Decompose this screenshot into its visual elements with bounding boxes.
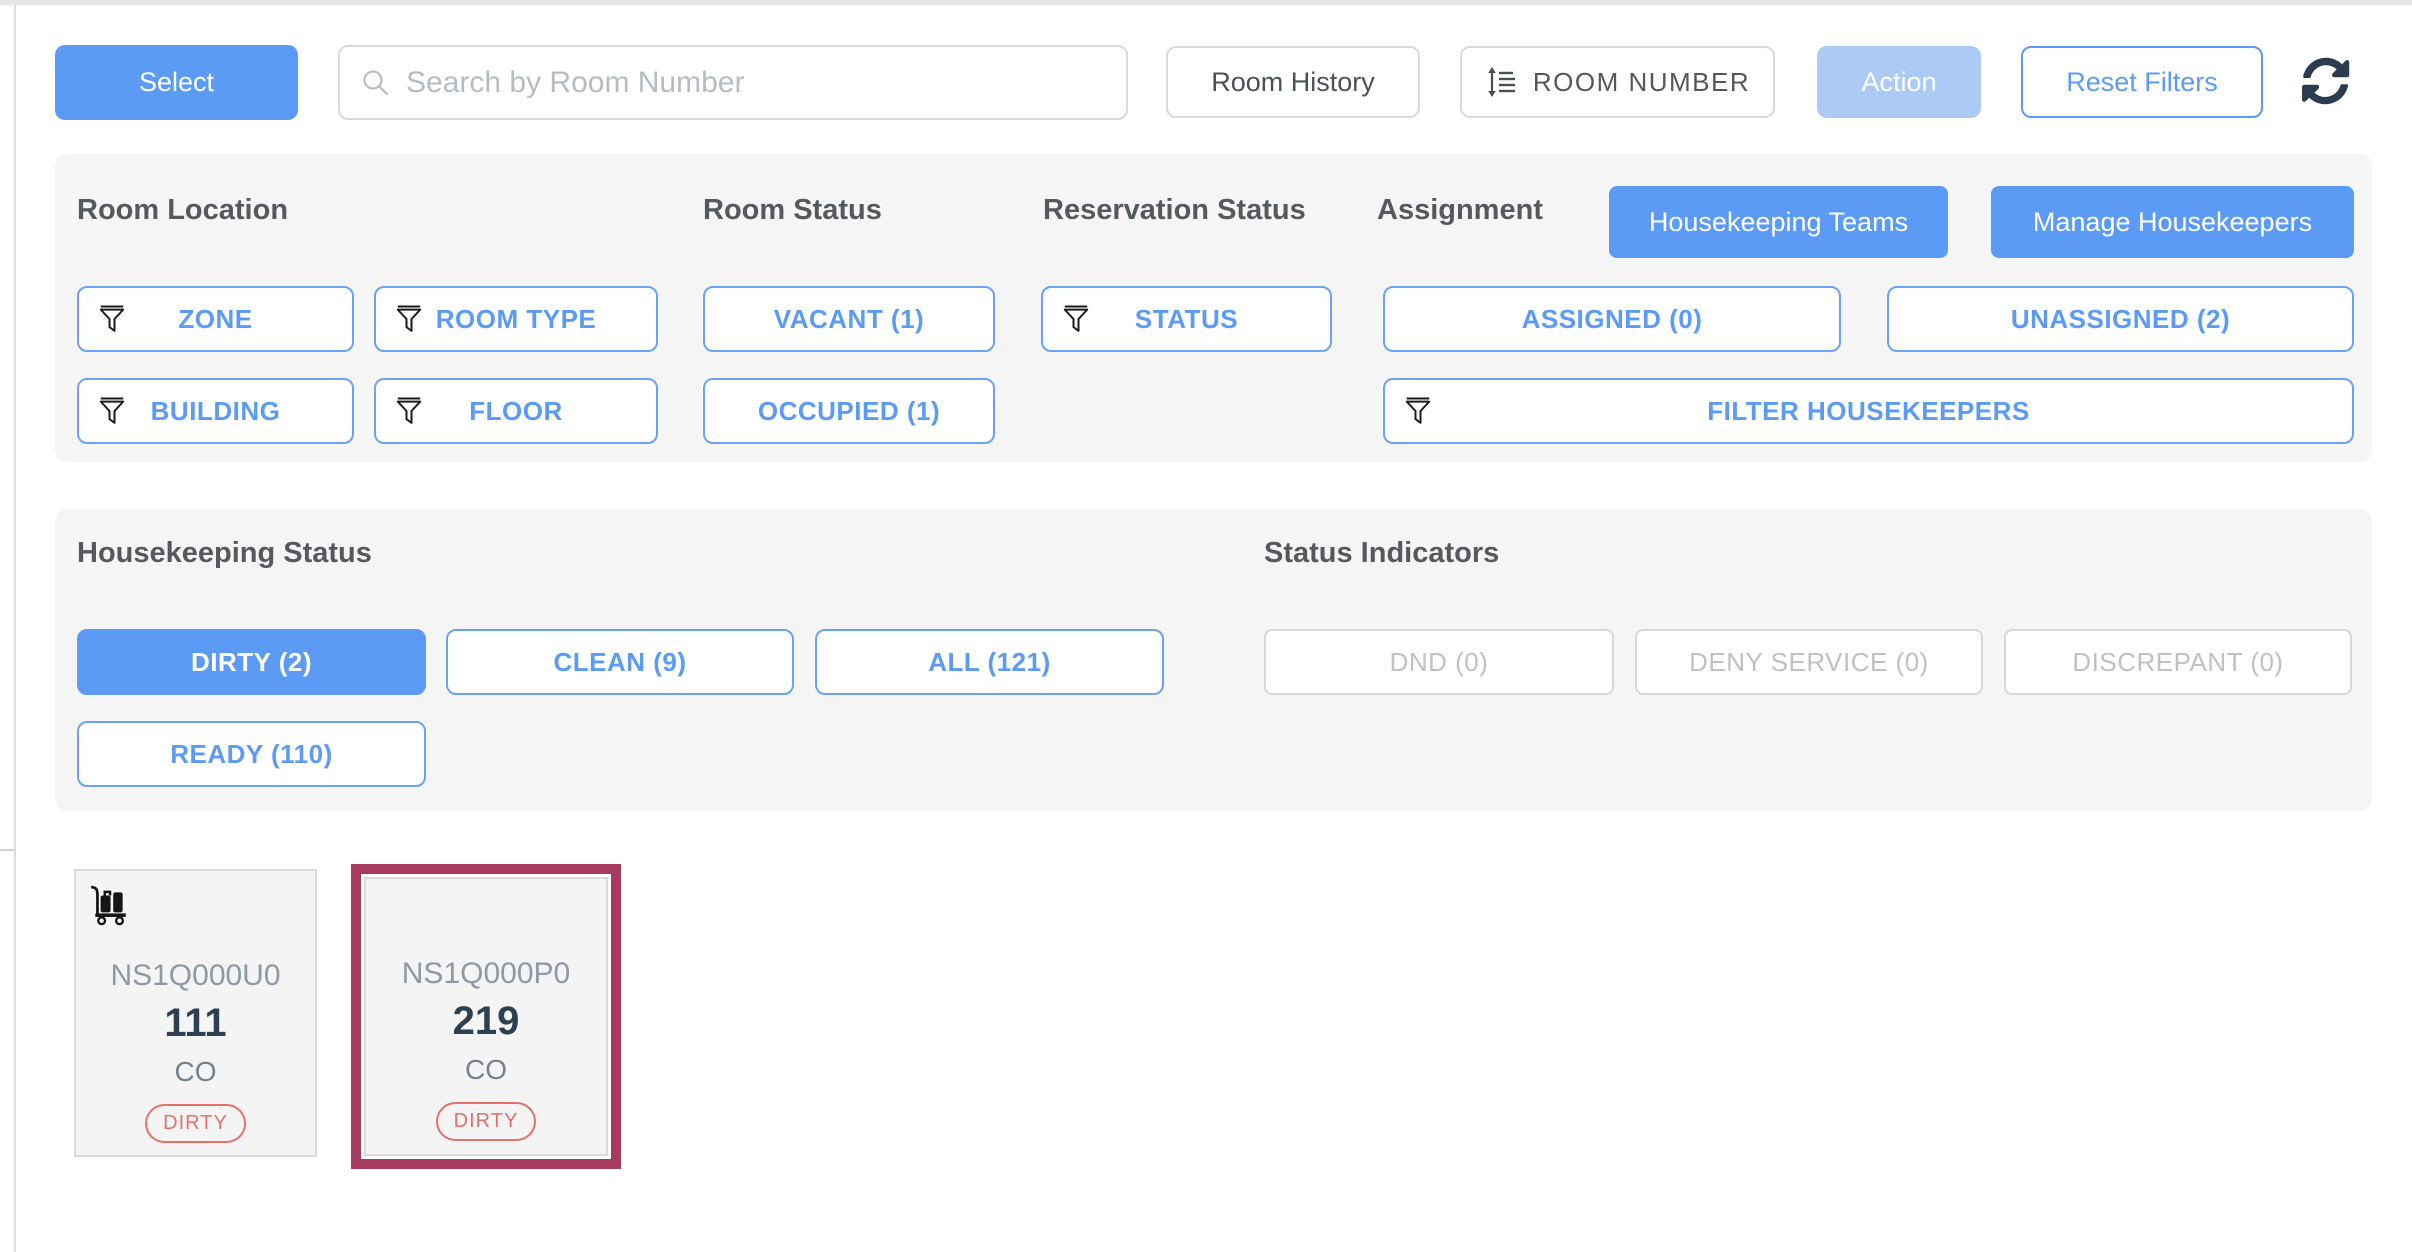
hk-all-button[interactable]: ALL (121) bbox=[815, 629, 1164, 695]
indicator-label: DND (0) bbox=[1390, 647, 1489, 678]
filter-label: DIRTY (2) bbox=[191, 647, 312, 678]
housekeeping-status-panel: Housekeeping Status Status Indicators DI… bbox=[55, 509, 2372, 811]
room-code: NS1Q000U0 bbox=[110, 959, 280, 993]
filter-label: STATUS bbox=[1135, 304, 1238, 335]
room-card-219: NS1Q000P0 219 CO DIRTY bbox=[364, 877, 608, 1156]
filters-panel: Room Location Room Status Reservation St… bbox=[55, 154, 2372, 462]
status-indicators-title: Status Indicators bbox=[1264, 537, 1499, 570]
filter-floor-button[interactable]: FLOOR bbox=[374, 378, 658, 444]
reservation-status-title: Reservation Status bbox=[1043, 194, 1306, 227]
room-card-219-selected[interactable]: NS1Q000P0 219 CO DIRTY bbox=[351, 864, 621, 1169]
left-divider bbox=[14, 5, 16, 1252]
status-badge: DIRTY bbox=[145, 1104, 246, 1143]
indicator-label: DISCREPANT (0) bbox=[2072, 647, 2283, 678]
funnel-icon bbox=[97, 392, 131, 430]
filter-building-button[interactable]: BUILDING bbox=[77, 378, 354, 444]
search-box[interactable] bbox=[338, 45, 1128, 120]
filter-label: FILTER HOUSEKEEPERS bbox=[1707, 396, 2030, 427]
action-button: Action bbox=[1817, 46, 1981, 118]
manage-housekeepers-button[interactable]: Manage Housekeepers bbox=[1991, 186, 2354, 258]
room-number: 111 bbox=[164, 1001, 226, 1046]
filter-housekeepers-button[interactable]: FILTER HOUSEKEEPERS bbox=[1383, 378, 2354, 444]
hk-dirty-button[interactable]: DIRTY (2) bbox=[77, 629, 426, 695]
select-button[interactable]: Select bbox=[55, 45, 298, 120]
filter-zone-button[interactable]: ZONE bbox=[77, 286, 354, 352]
sort-amount-icon bbox=[1485, 65, 1519, 99]
reservation-status-label: CO bbox=[465, 1054, 507, 1086]
indicator-dnd-button: DND (0) bbox=[1264, 629, 1614, 695]
sort-by-label: ROOM NUMBER bbox=[1533, 67, 1750, 98]
housekeeping-page: Select Room History ROOM NUMBER Action bbox=[0, 0, 2412, 1252]
room-card-111[interactable]: NS1Q000U0 111 CO DIRTY bbox=[74, 869, 317, 1157]
room-status-title: Room Status bbox=[703, 194, 882, 227]
filter-label: VACANT (1) bbox=[774, 304, 924, 335]
housekeeping-status-title: Housekeeping Status bbox=[77, 537, 372, 570]
filter-label: BUILDING bbox=[151, 396, 281, 427]
status-badge: DIRTY bbox=[436, 1102, 537, 1141]
filter-occupied-button[interactable]: OCCUPIED (1) bbox=[703, 378, 995, 444]
assignment-title: Assignment bbox=[1377, 194, 1543, 227]
search-icon bbox=[360, 67, 392, 99]
reset-filters-button[interactable]: Reset Filters bbox=[2021, 46, 2263, 118]
filter-label: ROOM TYPE bbox=[436, 304, 597, 335]
room-code: NS1Q000P0 bbox=[402, 957, 570, 991]
filter-label: UNASSIGNED (2) bbox=[2011, 304, 2230, 335]
room-number: 219 bbox=[453, 999, 520, 1044]
search-input[interactable] bbox=[406, 66, 1106, 100]
room-location-title: Room Location bbox=[77, 194, 288, 227]
room-history-button[interactable]: Room History bbox=[1166, 46, 1420, 118]
filter-unassigned-button[interactable]: UNASSIGNED (2) bbox=[1887, 286, 2354, 352]
filter-label: FLOOR bbox=[469, 396, 563, 427]
funnel-icon bbox=[97, 300, 131, 338]
filter-label: ASSIGNED (0) bbox=[1522, 304, 1703, 335]
sort-by-button[interactable]: ROOM NUMBER bbox=[1460, 46, 1775, 118]
top-divider bbox=[0, 0, 2412, 5]
hk-clean-button[interactable]: CLEAN (9) bbox=[446, 629, 794, 695]
refresh-icon[interactable] bbox=[2302, 57, 2350, 105]
filter-room-type-button[interactable]: ROOM TYPE bbox=[374, 286, 658, 352]
funnel-icon bbox=[1061, 300, 1095, 338]
indicator-deny-service-button: DENY SERVICE (0) bbox=[1635, 629, 1983, 695]
filter-label: READY (110) bbox=[170, 739, 333, 770]
indicator-discrepant-button: DISCREPANT (0) bbox=[2004, 629, 2352, 695]
filter-status-button[interactable]: STATUS bbox=[1041, 286, 1332, 352]
indicator-label: DENY SERVICE (0) bbox=[1689, 647, 1929, 678]
funnel-icon bbox=[394, 300, 428, 338]
filter-label: ALL (121) bbox=[928, 647, 1051, 678]
filter-label: CLEAN (9) bbox=[553, 647, 686, 678]
filter-label: ZONE bbox=[178, 304, 252, 335]
left-divider-tick bbox=[0, 849, 14, 851]
luggage-cart-icon bbox=[88, 883, 130, 927]
reservation-status-label: CO bbox=[175, 1056, 217, 1088]
filter-assigned-button[interactable]: ASSIGNED (0) bbox=[1383, 286, 1841, 352]
hk-ready-button[interactable]: READY (110) bbox=[77, 721, 426, 787]
funnel-icon bbox=[394, 392, 428, 430]
housekeeping-teams-button[interactable]: Housekeeping Teams bbox=[1609, 186, 1948, 258]
filter-vacant-button[interactable]: VACANT (1) bbox=[703, 286, 995, 352]
filter-label: OCCUPIED (1) bbox=[758, 396, 940, 427]
funnel-icon bbox=[1403, 392, 1437, 430]
